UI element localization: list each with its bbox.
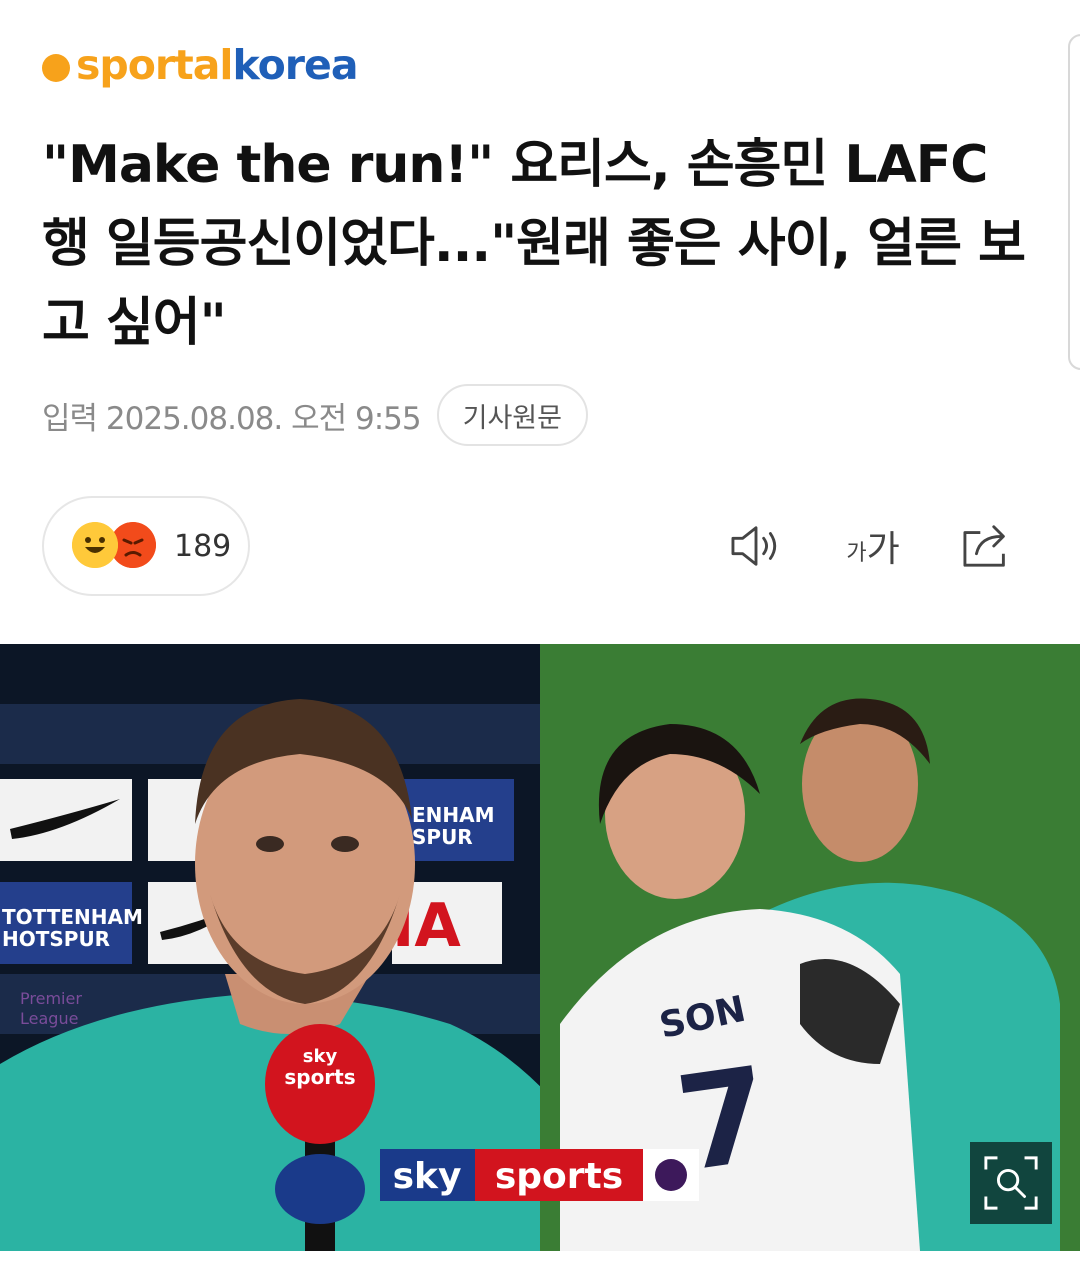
sky-sports-logo: sky sports bbox=[380, 1149, 699, 1201]
font-large-icon: 가 bbox=[866, 529, 900, 570]
svg-text:sky: sky bbox=[303, 1046, 338, 1067]
share-icon[interactable] bbox=[958, 518, 1018, 574]
original-article-button[interactable]: 기사원문 bbox=[436, 384, 588, 446]
speaker-icon[interactable] bbox=[726, 518, 786, 574]
logo-sports-text: sports bbox=[495, 1156, 623, 1197]
reaction-emojis bbox=[72, 522, 168, 570]
article-meta: 입력 2025.08.08. 오전 9:55 기사원문 bbox=[42, 384, 588, 446]
svg-text:sports: sports bbox=[284, 1065, 355, 1089]
logo-text-korea: korea bbox=[232, 41, 358, 89]
reaction-count: 189 bbox=[174, 528, 232, 564]
sportalkorea-logo[interactable]: sportal korea bbox=[42, 40, 359, 90]
backdrop-text-enham: ENHAM bbox=[412, 803, 495, 827]
logo-text-sportal: sportal bbox=[76, 41, 233, 89]
backdrop-text-tottenham: TOTTENHAM bbox=[2, 905, 143, 929]
backdrop-text-league: League bbox=[20, 1009, 78, 1028]
font-size-button[interactable]: 가가 bbox=[838, 518, 908, 574]
logo-sky-text: sky bbox=[393, 1156, 462, 1197]
zoom-button[interactable] bbox=[970, 1142, 1052, 1224]
zoom-icon bbox=[984, 1156, 1038, 1210]
article-title: "Make the run!" 요리스, 손흥민 LAFC행 일등공신이었다..… bbox=[42, 135, 1026, 353]
backdrop-text-hotspur: HOTSPUR bbox=[2, 927, 110, 951]
backdrop-text-premier: Premier bbox=[20, 989, 82, 1008]
font-small-icon: 가 bbox=[846, 541, 867, 566]
reaction-button[interactable]: 189 bbox=[42, 496, 250, 596]
publish-date: 입력 2025.08.08. 오전 9:55 bbox=[42, 400, 422, 437]
photo-illustration: ENHAM SPUR TOTTENHAM HOTSPUR IA Premier … bbox=[0, 644, 1080, 1251]
happy-face-icon bbox=[72, 522, 118, 568]
backdrop-text-spur: SPUR bbox=[412, 825, 473, 849]
logo-dot bbox=[42, 54, 70, 82]
scroll-indicator[interactable] bbox=[1068, 34, 1080, 370]
article-photo[interactable]: ENHAM SPUR TOTTENHAM HOTSPUR IA Premier … bbox=[0, 644, 1080, 1251]
